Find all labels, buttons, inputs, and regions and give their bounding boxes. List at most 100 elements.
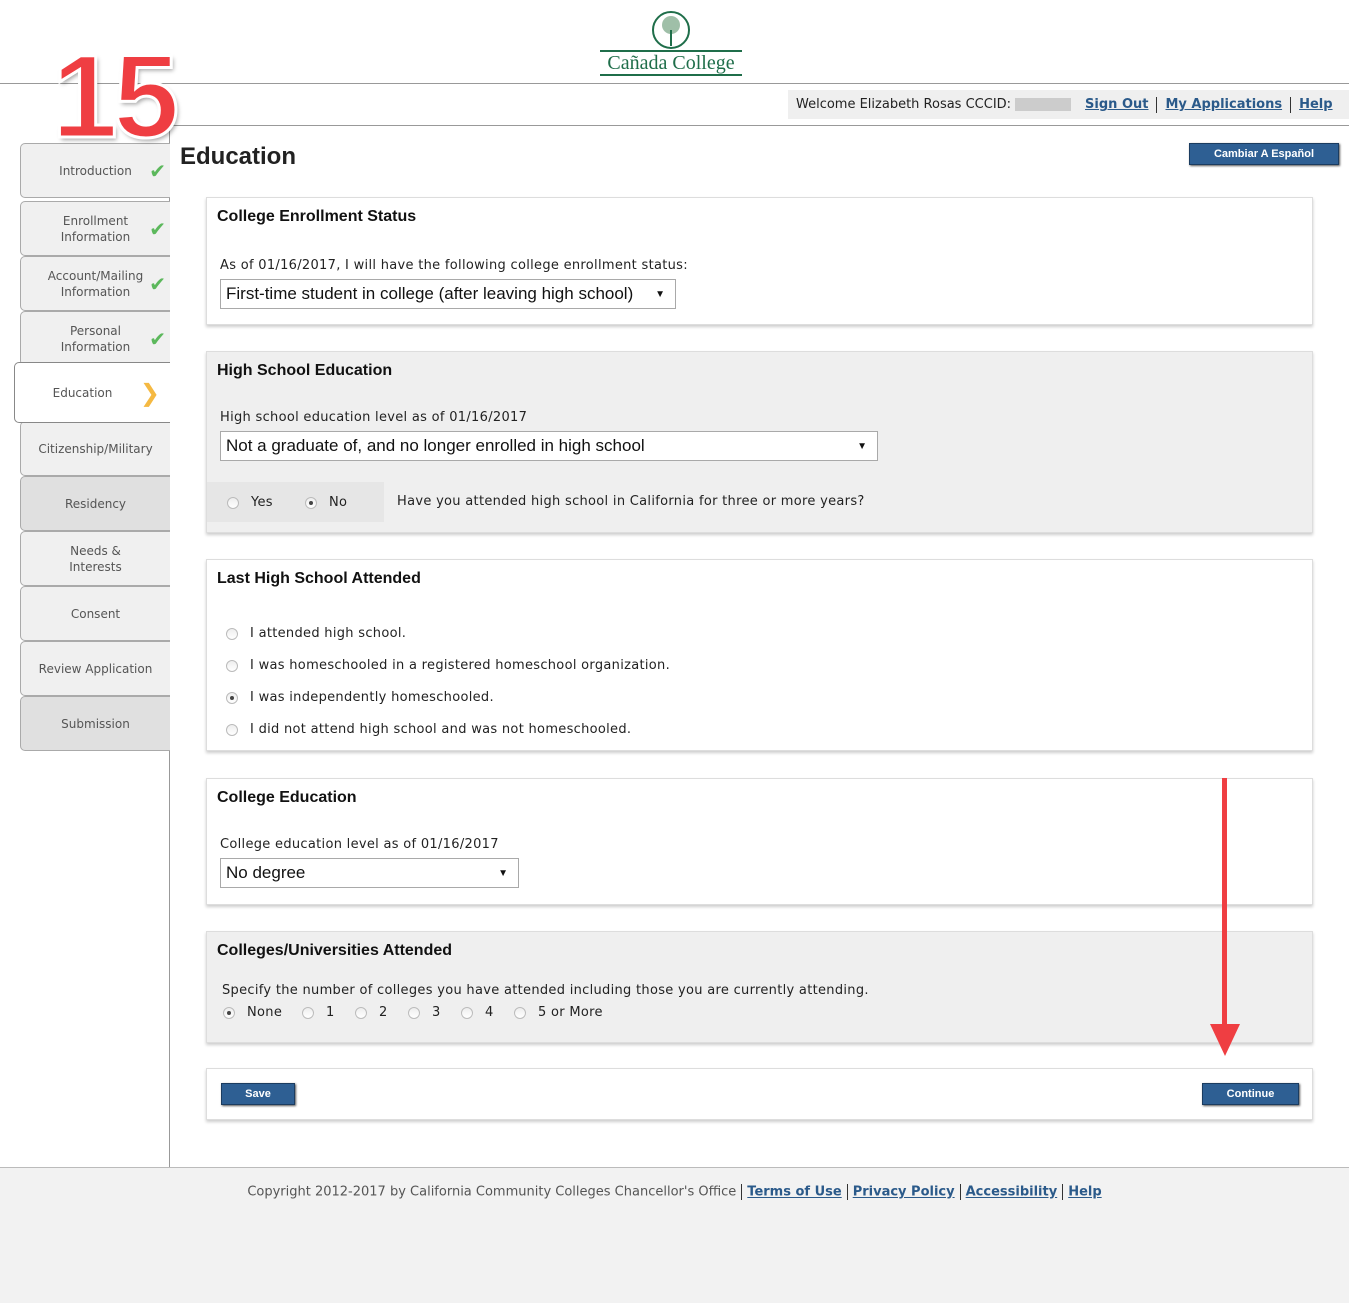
sidebar-item-label: Review Application [38, 661, 153, 676]
colleges-attended-panel: Colleges/Universities Attended Specify t… [206, 931, 1313, 1043]
sidebar-item-label: Residency [64, 496, 127, 511]
sidebar-item-label: Account/Mailing Information [47, 268, 144, 299]
welcome-text: Welcome Elizabeth Rosas CCCID: [796, 97, 1012, 112]
sidebar-item-citizenship[interactable]: Citizenship/Military [20, 421, 170, 476]
radio-icon [461, 1006, 473, 1019]
privacy-link[interactable]: Privacy Policy [853, 1185, 955, 1200]
my-applications-link[interactable]: My Applications [1165, 97, 1282, 112]
radio-label: None [247, 1005, 283, 1020]
section-heading: Last High School Attended [217, 570, 421, 587]
sidebar-item-personal[interactable]: Personal Information ✔ [20, 311, 170, 366]
separator [1156, 96, 1158, 113]
last-hs-option[interactable]: I was homeschooled in a registered homes… [226, 658, 670, 673]
sidebar-item-label: Personal Information [60, 323, 131, 354]
sidebar-item-submission[interactable]: Submission [20, 696, 170, 751]
college-logo: Cañada College [600, 10, 742, 76]
sidebar-item-label: Enrollment Information [60, 213, 131, 244]
selected-value: Not a graduate of, and no longer enrolle… [226, 436, 645, 455]
header-divider [0, 83, 1349, 84]
save-button[interactable]: Save [221, 1083, 295, 1105]
sidebar-item-label: Introduction [59, 163, 132, 178]
separator [846, 1184, 848, 1200]
enrollment-status-select[interactable]: First-time student in college (after lea… [220, 279, 676, 309]
yes-radio[interactable]: Yes [227, 495, 273, 510]
radio-icon [226, 659, 238, 672]
sidebar-item-account[interactable]: Account/Mailing Information ✔ [20, 256, 170, 311]
accessibility-link[interactable]: Accessibility [966, 1185, 1058, 1200]
last-hs-option[interactable]: I attended high school. [226, 626, 406, 641]
help-link[interactable]: Help [1299, 97, 1332, 112]
footer-help-link[interactable]: Help [1068, 1185, 1101, 1200]
last-high-school-panel: Last High School Attended I attended hig… [206, 559, 1313, 751]
radio-icon [514, 1006, 526, 1019]
step-number-annotation: 15 [50, 31, 180, 163]
separator [741, 1184, 743, 1200]
radio-checked-icon [305, 496, 317, 509]
sidebar-item-consent[interactable]: Consent [20, 586, 170, 641]
sidebar-item-label: Consent [70, 606, 121, 621]
radio-checked-icon [223, 1006, 235, 1019]
dropdown-arrow-icon: ▼ [655, 288, 665, 300]
radio-icon [408, 1006, 420, 1019]
radio-icon [226, 723, 238, 736]
colleges-option-4[interactable]: 4 [461, 1005, 494, 1020]
radio-label: Yes [251, 495, 273, 510]
radio-checked-icon [226, 691, 238, 704]
copyright-text: Copyright 2012-2017 by California Commun… [247, 1184, 737, 1200]
section-heading: High School Education [217, 362, 393, 379]
sidebar-item-education[interactable]: Education ❯ [14, 362, 170, 423]
colleges-count-label: Specify the number of colleges you have … [222, 983, 869, 998]
checkmark-icon: ✔ [149, 216, 166, 241]
radio-label: 3 [432, 1005, 441, 1020]
terms-link[interactable]: Terms of Use [747, 1185, 841, 1200]
footer: Copyright 2012-2017 by California Commun… [0, 1167, 1349, 1303]
last-hs-option[interactable]: I was independently homeschooled. [226, 690, 494, 705]
sidebar-item-label: Citizenship/Military [38, 441, 153, 456]
continue-button[interactable]: Continue [1202, 1083, 1299, 1105]
radio-icon [302, 1006, 314, 1019]
checkmark-icon: ✔ [149, 326, 166, 351]
sign-out-link[interactable]: Sign Out [1085, 97, 1148, 112]
language-toggle-button[interactable]: Cambiar A Español [1189, 143, 1339, 165]
radio-label: 5 or More [538, 1005, 603, 1020]
sidebar-item-review[interactable]: Review Application [20, 641, 170, 696]
separator [1290, 96, 1292, 113]
radio-label: 4 [485, 1005, 494, 1020]
california-question: Have you attended high school in Califor… [397, 494, 865, 509]
colleges-option-2[interactable]: 2 [355, 1005, 388, 1020]
no-radio[interactable]: No [305, 495, 347, 510]
selected-value: No degree [226, 863, 306, 882]
radio-label: I did not attend high school and was not… [250, 722, 632, 737]
user-bar: Welcome Elizabeth Rosas CCCID: Sign Out … [788, 90, 1349, 119]
radio-label: I was homeschooled in a registered homes… [250, 658, 671, 673]
section-heading: Colleges/Universities Attended [217, 942, 453, 959]
radio-label: 1 [326, 1005, 335, 1020]
dropdown-arrow-icon: ▼ [498, 867, 508, 879]
radio-label: I was independently homeschooled. [250, 690, 494, 705]
sidebar-item-label: Submission [61, 716, 130, 731]
separator [1062, 1184, 1064, 1200]
userbar-divider [170, 125, 1349, 126]
tree-icon [652, 11, 690, 49]
selected-value: First-time student in college (after lea… [226, 284, 634, 303]
dropdown-arrow-icon: ▼ [857, 440, 867, 452]
yes-no-group: Yes No [207, 482, 384, 522]
sidebar-item-residency[interactable]: Residency [20, 476, 170, 531]
last-hs-option[interactable]: I did not attend high school and was not… [226, 722, 631, 737]
sidebar-item-needs[interactable]: Needs & Interests [20, 531, 170, 586]
arrow-down-icon [1210, 1024, 1240, 1056]
colleges-option-1[interactable]: 1 [302, 1005, 335, 1020]
colleges-option-3[interactable]: 3 [408, 1005, 441, 1020]
college-level-select[interactable]: No degree ▼ [220, 858, 519, 888]
radio-label: 2 [379, 1005, 388, 1020]
hs-level-select[interactable]: Not a graduate of, and no longer enrolle… [220, 431, 878, 461]
radio-label: No [329, 495, 348, 510]
colleges-option-5-or-more[interactable]: 5 or More [514, 1005, 603, 1020]
radio-icon [226, 627, 238, 640]
radio-label: I attended high school. [250, 626, 407, 641]
sidebar-item-enrollment[interactable]: Enrollment Information ✔ [20, 201, 170, 256]
chevron-right-icon: ❯ [139, 378, 160, 407]
radio-icon [355, 1006, 367, 1019]
colleges-option-none[interactable]: None [223, 1005, 282, 1020]
checkmark-icon: ✔ [149, 158, 166, 183]
